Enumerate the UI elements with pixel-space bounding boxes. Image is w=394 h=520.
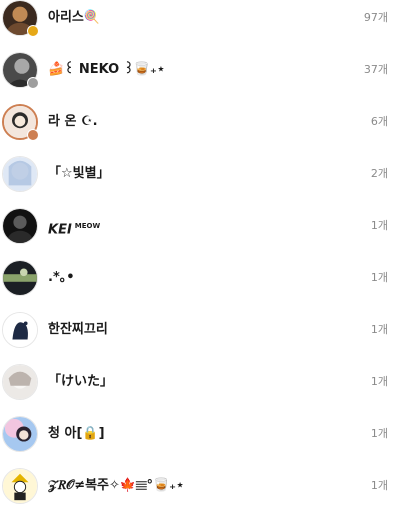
item-count: 6개 bbox=[370, 115, 388, 128]
avatar bbox=[2, 260, 38, 296]
friend-name: 「けいた」 bbox=[48, 374, 114, 389]
level-badge-icon bbox=[27, 77, 39, 89]
friend-name: 「☆빛별」 bbox=[48, 166, 110, 181]
friend-name: 라 온 ☪︎. bbox=[48, 114, 98, 129]
item-count: 37개 bbox=[363, 63, 388, 76]
list-item[interactable]: 𝒵𝑅𝒪≠복주✧🍁𝄙°🥃₊⋆ 1개 bbox=[0, 468, 394, 520]
avatar bbox=[2, 208, 38, 244]
item-count: 1개 bbox=[370, 219, 388, 232]
avatar bbox=[2, 468, 38, 504]
item-count: 1개 bbox=[370, 427, 388, 440]
level-badge-icon bbox=[27, 25, 39, 37]
item-count: 97개 bbox=[363, 11, 388, 24]
item-count: 1개 bbox=[370, 271, 388, 284]
list-item[interactable]: 「☆빛별」 2개 bbox=[0, 156, 394, 208]
level-badge-icon bbox=[27, 129, 39, 141]
list-item[interactable]: 라 온 ☪︎. 6개 bbox=[0, 104, 394, 156]
friend-name: 한잔찌끄리 bbox=[48, 322, 108, 337]
list-item[interactable]: 한잔찌끄리 1개 bbox=[0, 312, 394, 364]
friend-gift-list: 아리스🍭 97개 🍰꒰ NEKO ꒱🥃₊⋆ 37개 라 온 ☪︎. 6개 「☆빛… bbox=[0, 0, 394, 512]
friend-name: 🍰꒰ NEKO ꒱🥃₊⋆ bbox=[48, 62, 166, 77]
avatar bbox=[2, 156, 38, 192]
item-count: 1개 bbox=[370, 323, 388, 336]
list-item[interactable]: 아리스🍭 97개 bbox=[0, 0, 394, 52]
item-count: 1개 bbox=[370, 375, 388, 388]
avatar bbox=[2, 312, 38, 348]
friend-name: KEI MEOW bbox=[48, 217, 100, 239]
list-item[interactable]: 「けいた」 1개 bbox=[0, 364, 394, 416]
friend-name: .*｡• bbox=[48, 270, 75, 285]
friend-name-main: KEI bbox=[48, 222, 72, 238]
friend-name: 청 아[🔒] bbox=[48, 426, 105, 441]
list-item[interactable]: 🍰꒰ NEKO ꒱🥃₊⋆ 37개 bbox=[0, 52, 394, 104]
list-item[interactable]: .*｡• 1개 bbox=[0, 260, 394, 312]
avatar bbox=[2, 416, 38, 452]
friend-name: 𝒵𝑅𝒪≠복주✧🍁𝄙°🥃₊⋆ bbox=[48, 478, 185, 493]
item-count: 1개 bbox=[370, 479, 388, 492]
list-item[interactable]: 청 아[🔒] 1개 bbox=[0, 416, 394, 468]
item-count: 2개 bbox=[370, 167, 388, 180]
friend-name: 아리스🍭 bbox=[48, 10, 101, 25]
friend-name-suffix: MEOW bbox=[74, 222, 101, 230]
list-item[interactable]: KEI MEOW 1개 bbox=[0, 208, 394, 260]
avatar bbox=[2, 364, 38, 400]
